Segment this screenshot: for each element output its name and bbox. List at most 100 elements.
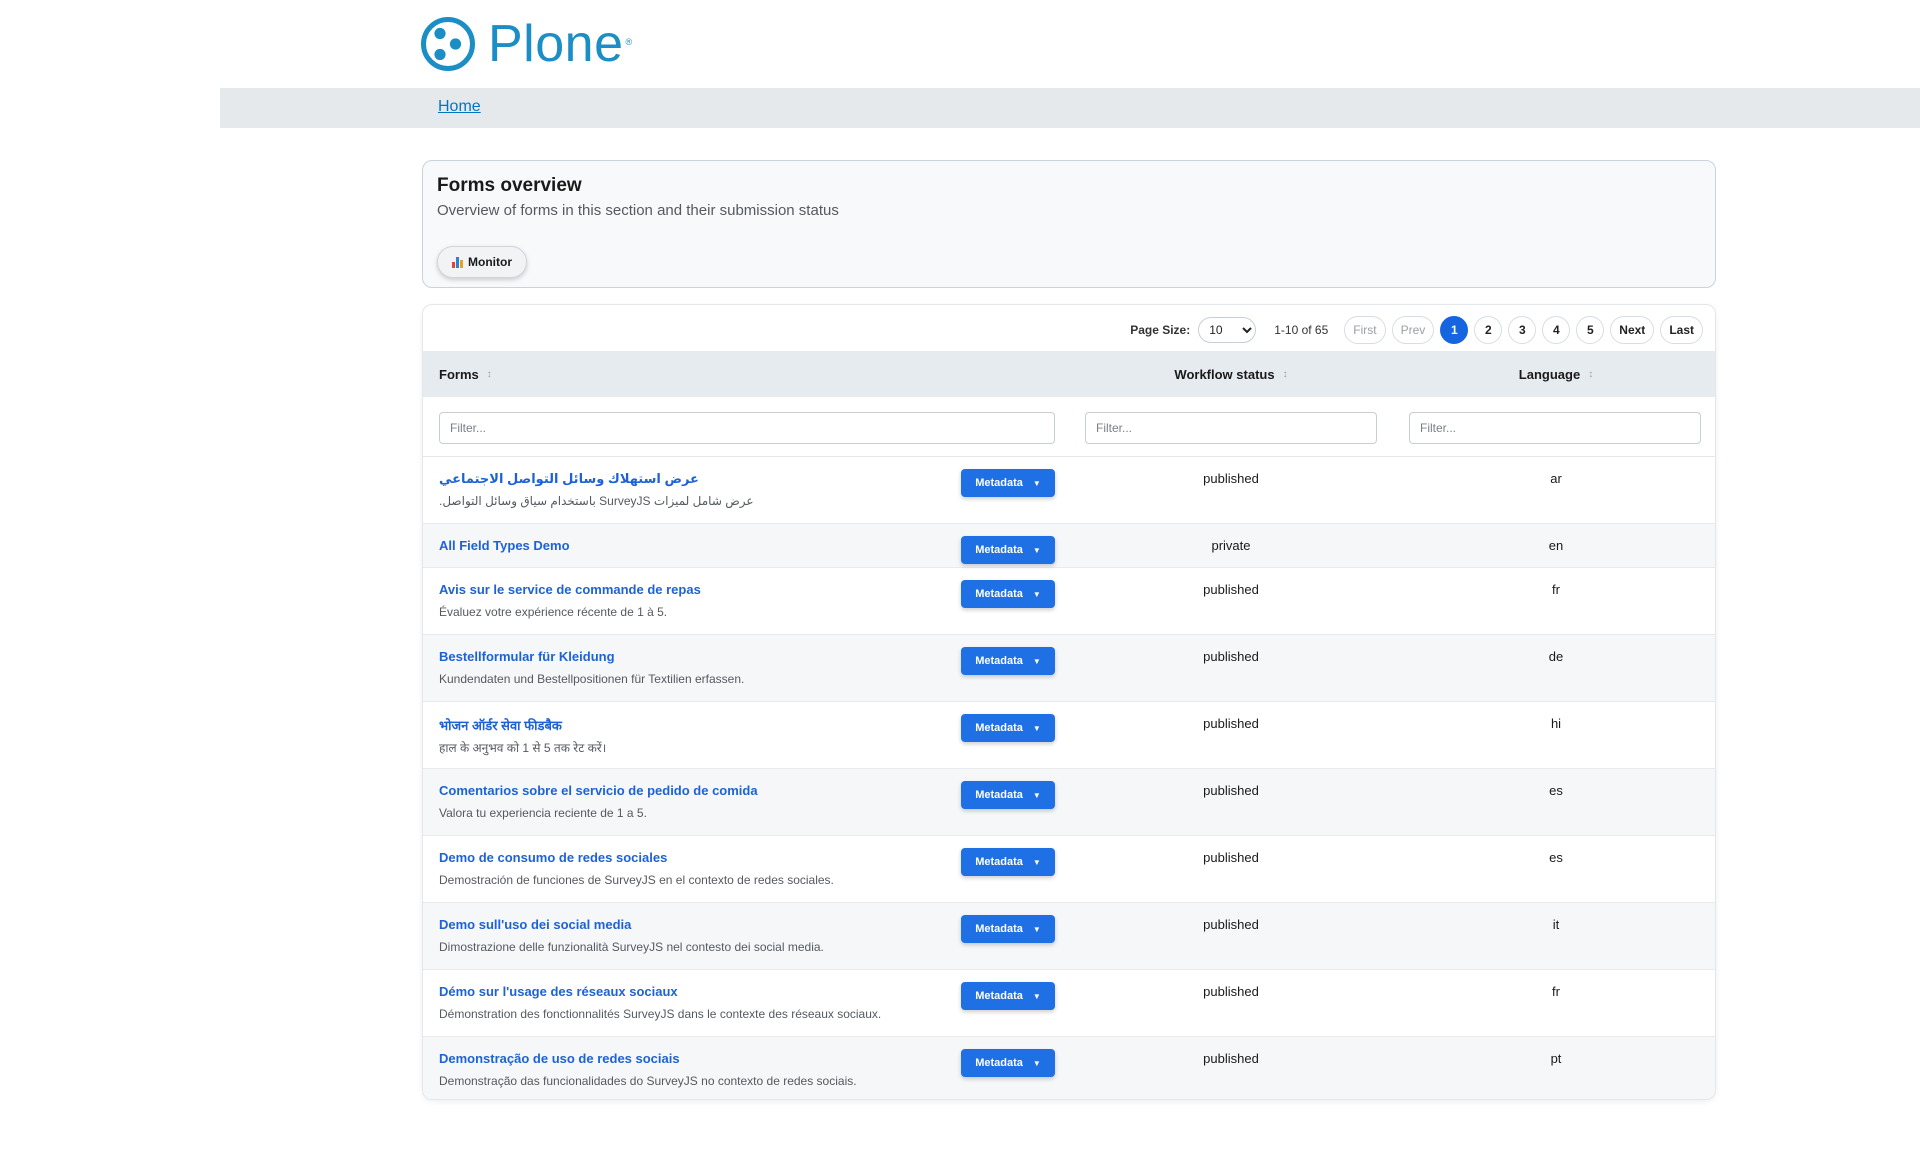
workflow-status: published [1203, 1051, 1259, 1066]
table-row: عرض استهلاك وسائل التواصل الاجتماعي عرض ش… [423, 457, 1715, 524]
bar-chart-icon [452, 256, 464, 268]
table-row: Démo sur l'usage des réseaux sociaux Démo… [423, 970, 1715, 1037]
language-code: fr [1552, 582, 1560, 597]
page-subtitle: Overview of forms in this section and th… [437, 202, 839, 219]
plone-logo[interactable]: Plone ® [420, 16, 633, 72]
language-code: es [1549, 850, 1563, 865]
last-page-button[interactable]: Last [1660, 316, 1703, 344]
form-title-link[interactable]: Bestellformular für Kleidung [439, 649, 615, 664]
next-page-button[interactable]: Next [1610, 316, 1655, 344]
page-5-button[interactable]: 5 [1576, 316, 1605, 344]
metadata-button[interactable]: Metadata ▼ [961, 1049, 1055, 1077]
form-title-link[interactable]: भोजन ऑर्डर सेवा फीडबैक [439, 716, 562, 734]
workflow-status: published [1203, 850, 1259, 865]
forms-overview-card: Forms overview Overview of forms in this… [422, 160, 1716, 288]
workflow-status: published [1203, 783, 1259, 798]
caret-down-icon: ▼ [1032, 723, 1041, 733]
form-title-link[interactable]: Demo de consumo de redes sociales [439, 850, 667, 865]
form-title-link[interactable]: Comentarios sobre el servicio de pedido … [439, 783, 758, 798]
page-3-button[interactable]: 3 [1508, 316, 1537, 344]
form-description: Demostración de funciones de SurveyJS en… [439, 873, 834, 887]
breadcrumb-home-link[interactable]: Home [438, 98, 481, 116]
language-code: fr [1552, 984, 1560, 999]
metadata-button[interactable]: Metadata ▼ [961, 848, 1055, 876]
table-row: Demo de consumo de redes sociales Demostr… [423, 836, 1715, 903]
column-header-workflow-status[interactable]: Workflow status ↕ [1083, 351, 1379, 397]
workflow-status: published [1203, 649, 1259, 664]
form-title-link[interactable]: Demo sull'uso dei social media [439, 917, 631, 932]
form-description: Demonstração das funcionalidades do Surv… [439, 1074, 857, 1088]
metadata-label: Metadata [975, 856, 1023, 868]
form-description: Démonstration des fonctionnalités Survey… [439, 1007, 882, 1021]
metadata-button[interactable]: Metadata ▼ [961, 580, 1055, 608]
language-filter-input[interactable] [1409, 412, 1701, 444]
language-code: pt [1550, 1051, 1562, 1066]
metadata-label: Metadata [975, 990, 1023, 1002]
page-4-button[interactable]: 4 [1542, 316, 1571, 344]
workflow-status: published [1203, 984, 1259, 999]
table-row: Bestellformular für Kleidung Kundendaten … [423, 635, 1715, 702]
form-description: Valora tu experiencia reciente de 1 a 5. [439, 806, 647, 820]
metadata-button[interactable]: Metadata ▼ [961, 781, 1055, 809]
form-title-link[interactable]: All Field Types Demo [439, 538, 570, 553]
form-description: عرض شامل لميزات SurveyJS باستخدام سياق و… [439, 494, 754, 508]
form-description: हाल के अनुभव को 1 से 5 तक रेट करें। [439, 741, 607, 755]
sort-icon: ↕ [486, 368, 492, 380]
monitor-button[interactable]: Monitor [437, 246, 527, 278]
column-header-forms[interactable]: Forms ↕ [439, 351, 492, 397]
form-title-link[interactable]: Démo sur l'usage des réseaux sociaux [439, 984, 678, 999]
filter-row [423, 397, 1715, 457]
metadata-button[interactable]: Metadata ▼ [961, 469, 1055, 497]
first-page-button[interactable]: First [1344, 316, 1386, 344]
page-size-select[interactable]: 102550100 [1198, 317, 1257, 343]
metadata-label: Metadata [975, 1057, 1023, 1069]
metadata-label: Metadata [975, 923, 1023, 935]
plone-logo-text: Plone ® [488, 15, 633, 73]
sort-icon: ↕ [1282, 368, 1288, 380]
metadata-button[interactable]: Metadata ▼ [961, 536, 1055, 564]
metadata-label: Metadata [975, 655, 1023, 667]
metadata-button[interactable]: Metadata ▼ [961, 915, 1055, 943]
table-row: Comentarios sobre el servicio de pedido … [423, 769, 1715, 836]
breadcrumb: Home [220, 88, 1920, 128]
page-1-button[interactable]: 1 [1440, 316, 1469, 344]
caret-down-icon: ▼ [1032, 924, 1041, 934]
metadata-label: Metadata [975, 789, 1023, 801]
workflow-status: private [1211, 538, 1251, 553]
pagination: Page Size: 102550100 1-10 of 65 First Pr… [1130, 315, 1703, 345]
workflow-status: published [1203, 582, 1259, 597]
form-title-link[interactable]: عرض استهلاك وسائل التواصل الاجتماعي [439, 471, 699, 487]
forms-table: Page Size: 102550100 1-10 of 65 First Pr… [422, 304, 1716, 1100]
metadata-button[interactable]: Metadata ▼ [961, 647, 1055, 675]
metadata-button[interactable]: Metadata ▼ [961, 714, 1055, 742]
table-row: Demonstração de uso de redes sociais Demo… [423, 1037, 1715, 1099]
table-row: Avis sur le service de commande de repas… [423, 568, 1715, 635]
form-description: Évaluez votre expérience récente de 1 à … [439, 605, 668, 619]
form-description: Dimostrazione delle funzionalità SurveyJ… [439, 940, 824, 954]
table-row: All Field Types Demo Metadata ▼ private en [423, 524, 1715, 568]
metadata-label: Metadata [975, 544, 1023, 556]
workflow-status: published [1203, 716, 1259, 731]
workflow-status: published [1203, 917, 1259, 932]
metadata-button[interactable]: Metadata ▼ [961, 982, 1055, 1010]
monitor-label: Monitor [468, 255, 512, 269]
metadata-label: Metadata [975, 722, 1023, 734]
form-title-link[interactable]: Demonstração de uso de redes sociais [439, 1051, 680, 1066]
registered-mark: ® [625, 37, 633, 47]
page-2-button[interactable]: 2 [1474, 316, 1503, 344]
metadata-label: Metadata [975, 588, 1023, 600]
status-filter-input[interactable] [1085, 412, 1377, 444]
forms-filter-input[interactable] [439, 412, 1055, 444]
language-code: hi [1550, 716, 1562, 731]
column-header-language[interactable]: Language ↕ [1411, 351, 1701, 397]
result-range: 1-10 of 65 [1274, 323, 1329, 337]
form-description: Kundendaten und Bestellpositionen für Te… [439, 672, 745, 686]
caret-down-icon: ▼ [1032, 589, 1041, 599]
language-code: de [1548, 649, 1564, 664]
prev-page-button[interactable]: Prev [1391, 316, 1435, 344]
language-code: ar [1550, 471, 1562, 486]
plone-logo-icon [421, 17, 475, 71]
table-row: Demo sull'uso dei social media Dimostrazi… [423, 903, 1715, 970]
form-title-link[interactable]: Avis sur le service de commande de repas [439, 582, 701, 597]
table-row: भोजन ऑर्डर सेवा फीडबैक हाल के अनुभव को 1 … [423, 702, 1715, 769]
